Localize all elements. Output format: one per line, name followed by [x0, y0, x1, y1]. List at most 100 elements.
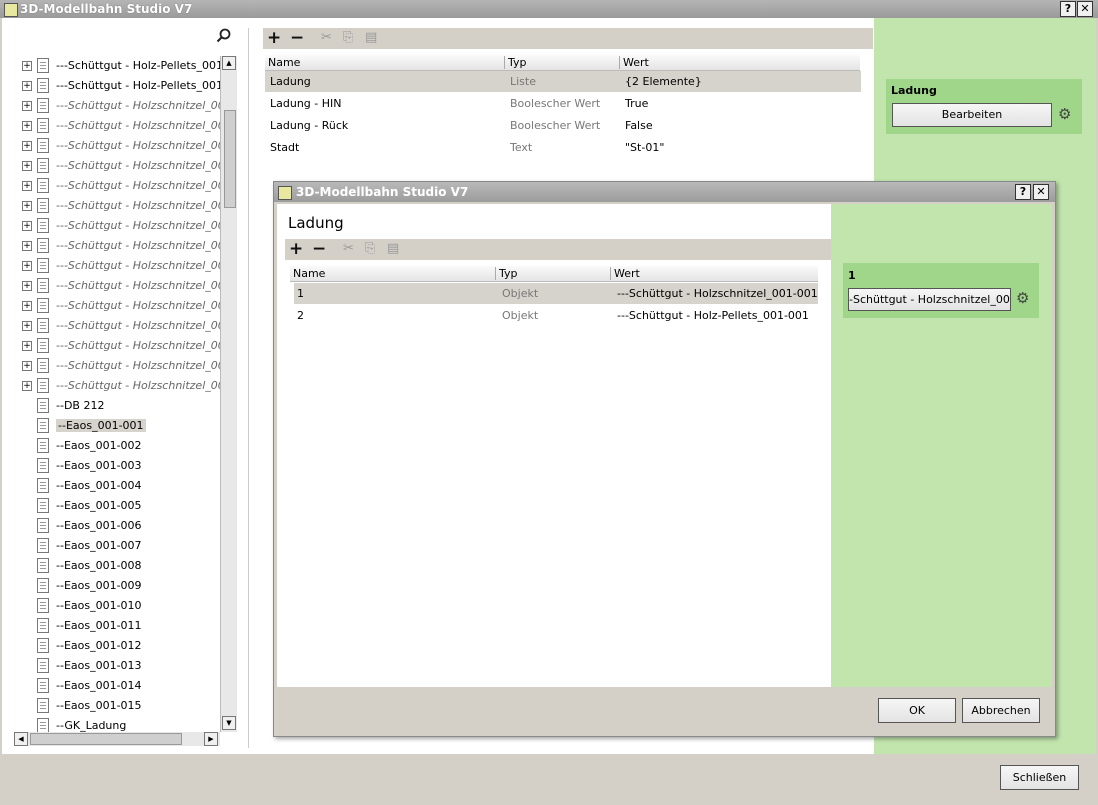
expand-icon[interactable]: + [22, 261, 32, 271]
dialog-column-typ[interactable]: Typ [496, 267, 611, 280]
tree-item[interactable]: + ---Schüttgut - Holzschnitzel_001-0 [2, 356, 222, 376]
tree-item[interactable]: + ---Schüttgut - Holzschnitzel_001-0 [2, 276, 222, 296]
tree-item[interactable]: --Eaos_001-011 [2, 616, 222, 636]
tree-item[interactable]: --Eaos_001-009 [2, 576, 222, 596]
tree-item[interactable]: + ---Schüttgut - Holzschnitzel_001-0 [2, 376, 222, 396]
expand-icon[interactable]: + [22, 101, 32, 111]
tree-item[interactable]: + ---Schüttgut - Holz-Pellets_001-01 [2, 76, 222, 96]
tree-item[interactable]: + ---Schüttgut - Holzschnitzel_001-0 [2, 136, 222, 156]
column-header-name[interactable]: Name [265, 56, 505, 69]
cell-typ: Boolescher Wert [510, 119, 601, 132]
tree-item-label: --Eaos_001-008 [56, 559, 142, 572]
tree-item[interactable]: + ---Schüttgut - Holzschnitzel_001-0 [2, 336, 222, 356]
tree-item[interactable]: --Eaos_001-001 [2, 416, 222, 436]
ok-button[interactable]: OK [878, 698, 956, 723]
dialog-add-button[interactable]: + [289, 239, 303, 259]
tree-item[interactable]: --Eaos_001-006 [2, 516, 222, 536]
help-button[interactable]: ? [1060, 1, 1076, 17]
tree-vertical-scrollbar[interactable]: ▲ ▼ [220, 56, 237, 732]
scroll-right-icon[interactable]: ▶ [204, 732, 218, 746]
scroll-left-icon[interactable]: ◀ [14, 732, 28, 746]
expand-icon[interactable]: + [22, 121, 32, 131]
tree-item[interactable]: + ---Schüttgut - Holzschnitzel_001-0 [2, 256, 222, 276]
scroll-up-icon[interactable]: ▲ [222, 56, 236, 70]
scroll-down-icon[interactable]: ▼ [222, 716, 236, 730]
table-row[interactable]: Ladung - Rück Boolescher Wert False [265, 115, 861, 136]
tree-item[interactable]: + ---Schüttgut - Holzschnitzel_001-0 [2, 236, 222, 256]
tree-item[interactable]: --Eaos_001-008 [2, 556, 222, 576]
expand-icon[interactable]: + [22, 361, 32, 371]
expand-icon[interactable]: + [22, 301, 32, 311]
schliessen-button[interactable]: Schließen [1000, 765, 1079, 790]
tree-item[interactable]: --Eaos_001-004 [2, 476, 222, 496]
expand-icon[interactable]: + [22, 281, 32, 291]
tree-item[interactable]: --Eaos_001-014 [2, 676, 222, 696]
expand-icon[interactable]: + [22, 201, 32, 211]
app-icon [4, 3, 18, 17]
add-button[interactable]: + [267, 28, 281, 48]
tree-item[interactable]: --Eaos_001-005 [2, 496, 222, 516]
tree-horizontal-scrollbar[interactable]: ◀ ▶ [14, 732, 220, 746]
search-icon[interactable] [216, 28, 232, 48]
cancel-button[interactable]: Abbrechen [962, 698, 1040, 723]
expand-icon[interactable]: + [22, 61, 32, 71]
column-header-typ[interactable]: Typ [505, 56, 620, 69]
object-value-button[interactable]: -Schüttgut - Holzschnitzel_001-00 [848, 288, 1011, 311]
tree-item[interactable]: --Eaos_001-015 [2, 696, 222, 716]
expand-icon[interactable]: + [22, 81, 32, 91]
expand-icon[interactable]: + [22, 341, 32, 351]
expand-icon[interactable]: + [22, 161, 32, 171]
tree-item[interactable]: + ---Schüttgut - Holzschnitzel_001-0 [2, 96, 222, 116]
tree-item[interactable]: --Eaos_001-012 [2, 636, 222, 656]
remove-button[interactable]: − [290, 28, 304, 48]
scroll-thumb[interactable] [224, 110, 236, 208]
expand-icon[interactable]: + [22, 381, 32, 391]
tree-item[interactable]: + ---Schüttgut - Holzschnitzel_001-0 [2, 156, 222, 176]
dialog-editor-box: 1 -Schüttgut - Holzschnitzel_001-00 ⚙ [843, 263, 1039, 318]
dialog-help-button[interactable]: ? [1015, 184, 1031, 200]
gear-icon[interactable]: ⚙ [1058, 105, 1071, 123]
dialog-column-name[interactable]: Name [290, 267, 496, 280]
gear-icon[interactable]: ⚙ [1016, 289, 1029, 307]
expand-icon[interactable]: + [22, 181, 32, 191]
bottom-bar: Schließen [0, 754, 1098, 805]
table-row[interactable]: Ladung - HIN Boolescher Wert True [265, 93, 861, 114]
bearbeiten-button[interactable]: Bearbeiten [892, 103, 1052, 127]
tree-item[interactable]: + ---Schüttgut - Holzschnitzel_001-0 [2, 196, 222, 216]
expand-icon[interactable]: + [22, 221, 32, 231]
table-row[interactable]: Ladung Liste {2 Elemente} [265, 71, 861, 92]
close-button[interactable]: ✕ [1077, 1, 1093, 17]
dialog-column-wert[interactable]: Wert [611, 267, 818, 280]
expand-icon[interactable]: + [22, 141, 32, 151]
tree-item[interactable]: --Eaos_001-003 [2, 456, 222, 476]
tree-item[interactable]: --Eaos_001-010 [2, 596, 222, 616]
dialog-cut-icon[interactable]: ✂ [343, 239, 354, 259]
h-scroll-thumb[interactable] [30, 733, 182, 745]
table-row[interactable]: 1 Objekt ---Schüttgut - Holzschnitzel_001-… [294, 283, 818, 304]
tree-item[interactable]: + ---Schüttgut - Holzschnitzel_001-0 [2, 316, 222, 336]
table-row[interactable]: Stadt Text "St-01" [265, 137, 861, 158]
dialog-remove-button[interactable]: − [312, 239, 326, 259]
expand-icon[interactable]: + [22, 241, 32, 251]
cell-name: Ladung - Rück [270, 119, 349, 132]
cell-typ: Liste [510, 75, 536, 88]
dialog-close-button[interactable]: ✕ [1033, 184, 1049, 200]
column-header-wert[interactable]: Wert [620, 56, 860, 69]
tree-item[interactable]: + ---Schüttgut - Holzschnitzel_001-0 [2, 296, 222, 316]
paste-icon[interactable]: ▤ [365, 28, 377, 48]
tree-item[interactable]: --Eaos_001-013 [2, 656, 222, 676]
tree-item[interactable]: --Eaos_001-002 [2, 436, 222, 456]
dialog-paste-icon[interactable]: ▤ [387, 239, 399, 259]
tree-item[interactable]: --Eaos_001-007 [2, 536, 222, 556]
tree-item[interactable]: + ---Schüttgut - Holzschnitzel_001-0 [2, 116, 222, 136]
tree-item[interactable]: + ---Schüttgut - Holzschnitzel_001-0 [2, 176, 222, 196]
copy-icon[interactable]: ⎘ [343, 28, 353, 48]
tree-item-label: --Eaos_001-006 [56, 519, 142, 532]
tree-item[interactable]: + ---Schüttgut - Holzschnitzel_001-0 [2, 216, 222, 236]
dialog-copy-icon[interactable]: ⎘ [365, 239, 375, 259]
expand-icon[interactable]: + [22, 321, 32, 331]
tree-item[interactable]: --DB 212 [2, 396, 222, 416]
cut-icon[interactable]: ✂ [321, 28, 332, 48]
tree-item[interactable]: + ---Schüttgut - Holz-Pellets_001-01 [2, 56, 222, 76]
table-row[interactable]: 2 Objekt ---Schüttgut - Holz-Pellets_001-0… [294, 305, 818, 326]
